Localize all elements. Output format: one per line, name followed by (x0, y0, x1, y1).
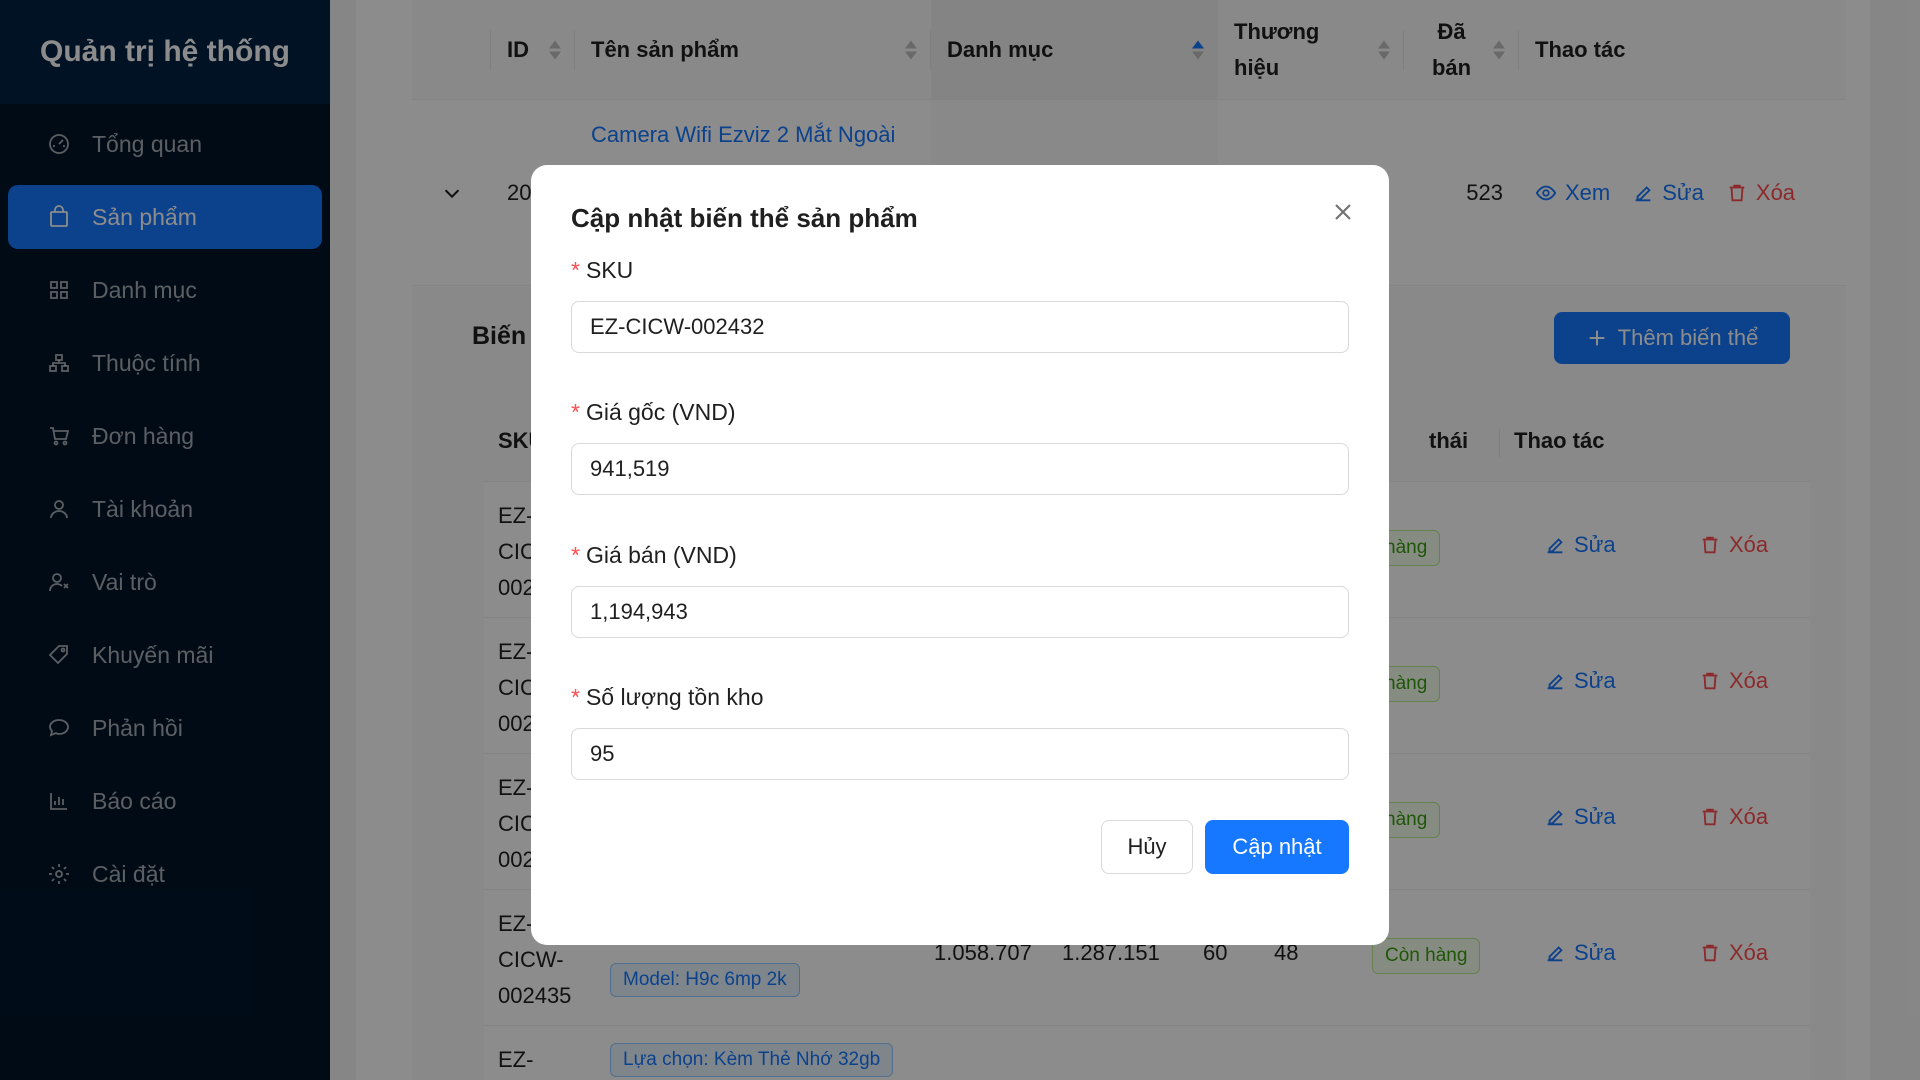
modal-title: Cập nhật biến thể sản phẩm (571, 203, 918, 233)
stock-quantity-field[interactable]: 95 (571, 728, 1349, 780)
close-button[interactable] (1326, 195, 1360, 229)
update-variant-modal: Cập nhật biến thể sản phẩm * SKU EZ-CICW-… (531, 165, 1389, 945)
sku-field[interactable]: EZ-CICW-002432 (571, 301, 1349, 353)
original-price-field[interactable]: 941,519 (571, 443, 1349, 495)
update-button[interactable]: Cập nhật (1205, 820, 1349, 874)
cancel-button[interactable]: Hủy (1101, 820, 1193, 874)
stock-quantity-label: * Số lượng tồn kho (571, 684, 764, 710)
original-price-label: * Giá gốc (VND) (571, 399, 736, 425)
close-icon (1335, 204, 1351, 220)
sale-price-label: * Giá bán (VND) (571, 542, 737, 568)
sku-label: * SKU (571, 257, 634, 283)
sale-price-field[interactable]: 1,194,943 (571, 586, 1349, 638)
